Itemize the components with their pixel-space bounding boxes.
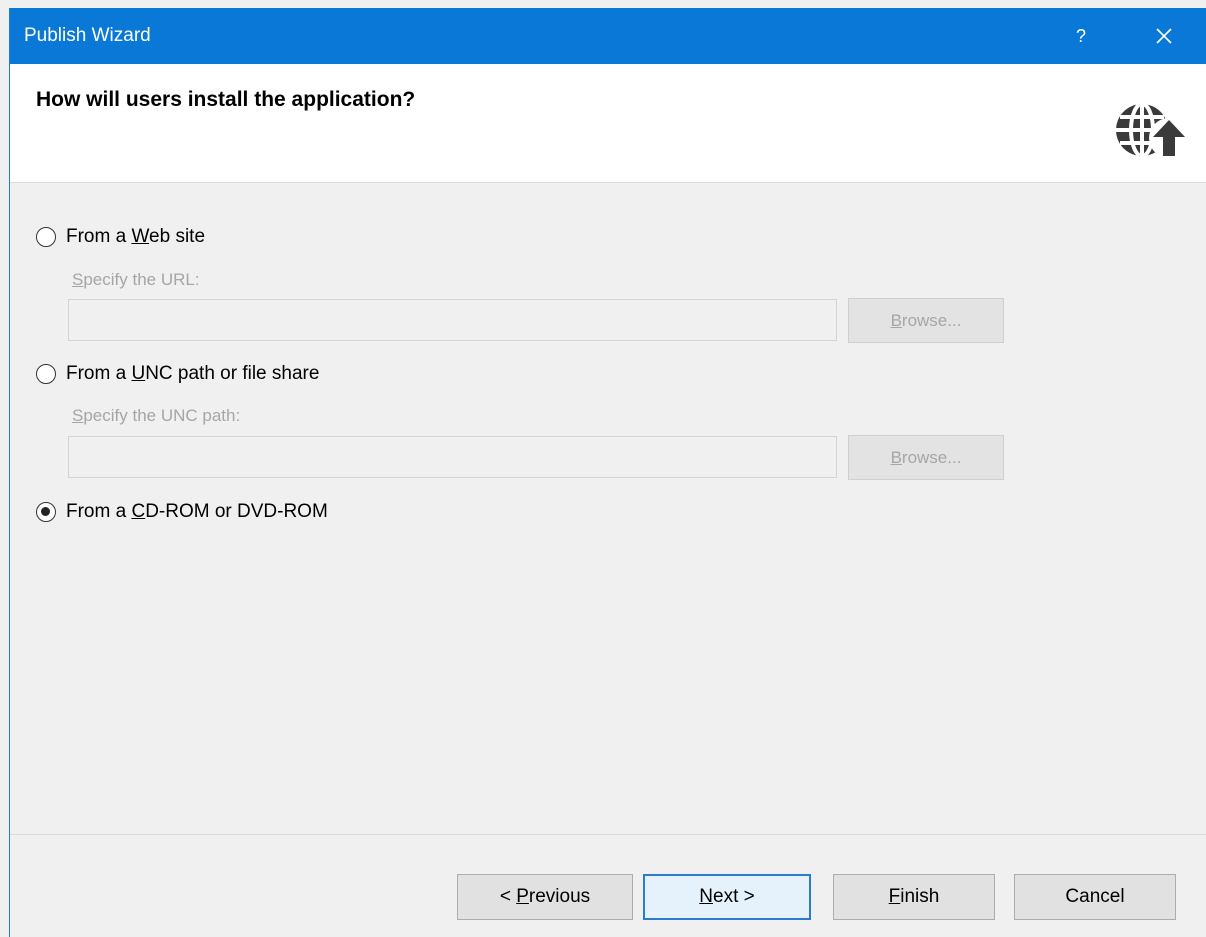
- help-button[interactable]: ?: [1062, 8, 1100, 64]
- radio-unc-path-label: From a UNC path or file share: [66, 363, 320, 384]
- title-bar: Publish Wizard ?: [10, 8, 1206, 64]
- finish-button[interactable]: Finish: [833, 874, 995, 920]
- radio-button[interactable]: [36, 227, 56, 247]
- url-input[interactable]: [68, 299, 837, 341]
- unc-path-label: Specify the UNC path:: [72, 406, 241, 425]
- window-title: Publish Wizard: [24, 25, 151, 46]
- cancel-button[interactable]: Cancel: [1014, 874, 1176, 920]
- publish-wizard-window: Publish Wizard ? How will users install …: [9, 8, 1206, 937]
- previous-button[interactable]: < Previous: [457, 874, 633, 920]
- radio-web-site-label: From a Web site: [66, 226, 206, 247]
- radio-button-selected[interactable]: [36, 502, 56, 522]
- radio-unc-path[interactable]: From a UNC path or file share: [36, 363, 319, 385]
- radio-button[interactable]: [36, 364, 56, 384]
- unc-browse-button[interactable]: Browse...: [848, 435, 1004, 480]
- close-button[interactable]: [1140, 8, 1188, 64]
- url-browse-button[interactable]: Browse...: [848, 298, 1004, 343]
- wizard-content: From a Web site Specify the URL: Browse.…: [10, 184, 1206, 834]
- radio-cd-rom[interactable]: From a CD-ROM or DVD-ROM: [36, 501, 328, 523]
- page-heading: How will users install the application?: [36, 88, 416, 111]
- unc-path-input[interactable]: [68, 436, 837, 478]
- next-button[interactable]: Next >: [643, 874, 811, 920]
- footer-divider: [10, 834, 1206, 835]
- radio-cd-rom-label: From a CD-ROM or DVD-ROM: [66, 501, 328, 522]
- wizard-header: How will users install the application?: [10, 64, 1206, 183]
- close-icon: [1156, 28, 1172, 44]
- radio-web-site[interactable]: From a Web site: [36, 226, 205, 248]
- url-label: Specify the URL:: [72, 270, 200, 289]
- globe-upload-icon: [1116, 102, 1189, 158]
